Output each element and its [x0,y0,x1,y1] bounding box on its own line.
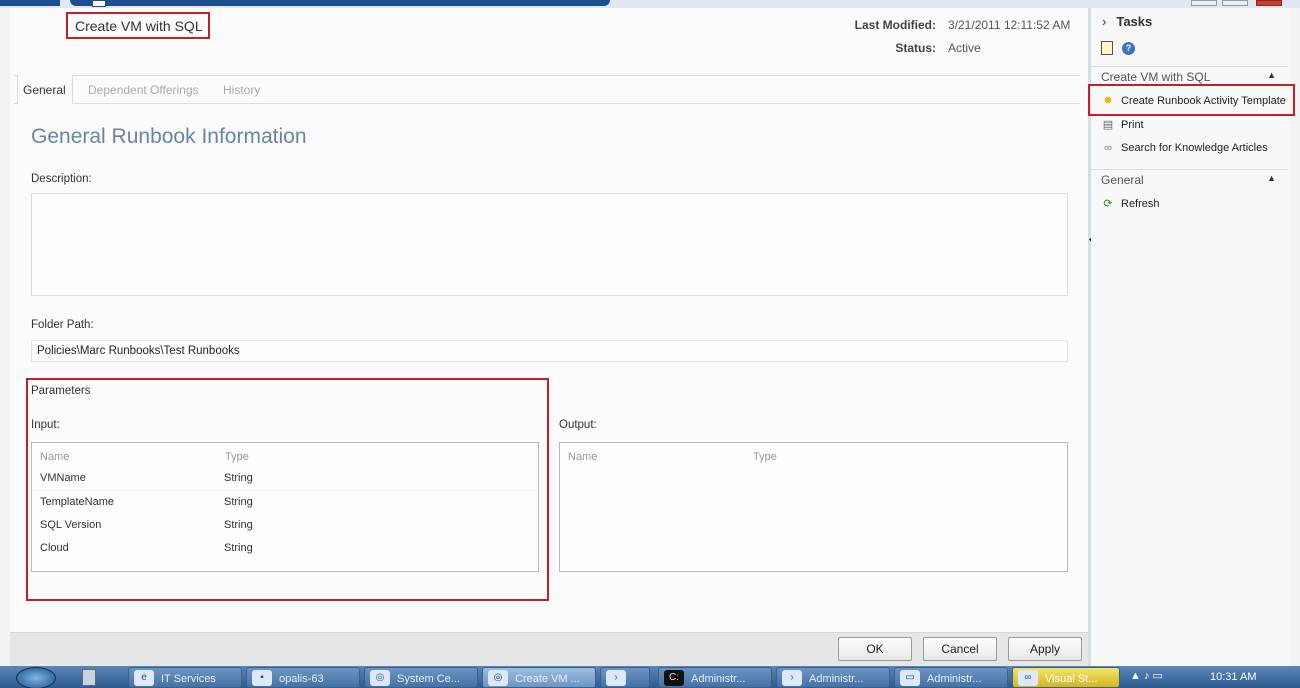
parameters-title: Parameters [31,385,91,397]
taskbar-item-administrator-cmd[interactable]: C: Administr... [658,667,772,688]
last-modified-value: 3/21/2011 12:11:52 AM [948,18,1071,32]
status-value: Active [948,41,981,55]
description-field[interactable] [31,193,1068,296]
help-icon[interactable]: ? [1122,42,1135,55]
row-name: Cloud [40,542,69,554]
taskbar-item-administrator-ps[interactable]: › Administr... [776,667,890,688]
taskbar-item-visual-studio[interactable]: ∞ Visual St... [1012,667,1120,688]
maximize-button[interactable] [1222,0,1248,6]
output-col-type-header[interactable]: Type [753,451,777,463]
task-highlight [1088,84,1295,116]
powershell-icon: › [606,670,626,686]
row-name: SQL Version [40,519,102,531]
remote-session-bar [0,0,1300,8]
runbook-form: Create VM with SQL Last Modified: 3/21/2… [10,8,1088,666]
ie-icon: e [134,670,154,686]
system-tray[interactable]: ▲ ♪ ▭ [1130,669,1163,682]
task-label: Search for Knowledge Articles [1121,142,1268,154]
taskbar-label: Administr... [927,673,982,685]
tab-bar: General Dependent Offerings History [14,75,1080,104]
clock[interactable]: 10:31 AM [1210,671,1256,683]
task-label: Print [1121,119,1144,131]
task-search-knowledge-articles[interactable]: ∞ Search for Knowledge Articles [1101,142,1268,154]
cmd-icon: C: [664,670,684,686]
taskbar-label: Create VM ... [515,673,580,685]
row-type: String [224,542,253,554]
task-group-title: General [1101,173,1144,187]
taskbar-label: System Ce... [397,673,460,685]
link-icon: ∞ [1104,142,1112,154]
taskbar-item-administrator-rdp[interactable]: ▭ Administr... [894,667,1008,688]
tab-history[interactable]: History [223,83,260,97]
remote-bar-left [0,0,60,6]
close-button[interactable] [1256,0,1282,6]
powershell-icon: › [782,670,802,686]
dialog-button-bar: OK Cancel Apply [10,632,1088,666]
taskbar-item-powershell[interactable]: › [600,667,650,688]
taskbar-label: Administr... [809,673,864,685]
tab-dependent-offerings[interactable]: Dependent Offerings [88,83,199,97]
cancel-button[interactable]: Cancel [923,637,997,661]
taskbar-item-it-services[interactable]: e IT Services [128,667,242,688]
apply-button[interactable]: Apply [1008,637,1082,661]
table-row[interactable]: VMName String [32,467,538,490]
task-print[interactable]: ▤ Print [1101,118,1144,131]
app-icon: ▪ [252,670,272,686]
taskbar-label: IT Services [161,673,216,685]
folder-path-label: Folder Path: [31,319,94,331]
windows-taskbar: e IT Services ▪ opalis-63 ◎ System Ce... ◎ C… [0,666,1300,688]
remote-desktop-icon: ▭ [900,670,920,686]
row-name: TemplateName [40,496,114,508]
last-modified-label: Last Modified: [854,18,936,32]
chevron-right-icon[interactable]: › [1102,14,1106,29]
output-parameters-grid[interactable]: Name Type [559,442,1068,572]
printer-icon: ▤ [1102,119,1114,131]
server-manager-icon[interactable] [82,669,96,686]
input-col-type-header[interactable]: Type [225,451,249,463]
row-type: String [224,519,253,531]
row-type: String [224,496,253,508]
clipboard-icon[interactable] [1101,41,1113,55]
remote-connection-bar [70,0,610,6]
folder-path-field[interactable]: Policies\Marc Runbooks\Test Runbooks [31,340,1068,362]
tab-general[interactable]: General [23,83,66,97]
visual-studio-icon: ∞ [1018,670,1038,686]
refresh-icon: ⟳ [1103,198,1113,210]
table-row[interactable]: TemplateName String [32,490,538,513]
tasks-header-label: Tasks [1116,14,1153,29]
taskbar-item-opalis[interactable]: ▪ opalis-63 [246,667,360,688]
system-center-icon: ◎ [488,670,508,686]
task-group-general[interactable]: General ▲ [1091,169,1288,189]
task-refresh[interactable]: ⟳ Refresh [1101,197,1160,210]
ok-button[interactable]: OK [838,637,912,661]
input-col-name-header[interactable]: Name [40,451,69,463]
description-label: Description: [31,173,92,185]
task-group-runbook[interactable]: Create VM with SQL ▲ [1091,66,1288,86]
row-type: String [224,472,253,484]
taskbar-item-system-center[interactable]: ◎ System Ce... [364,667,478,688]
form-title: Create VM with SQL [66,12,210,39]
system-center-icon: ◎ [370,670,390,686]
taskbar-label: opalis-63 [279,673,324,685]
pin-icon[interactable] [92,0,106,7]
start-button[interactable] [16,667,56,688]
input-label: Input: [31,419,60,431]
output-label: Output: [559,419,597,431]
status-label: Status: [895,41,936,55]
input-parameters-grid[interactable]: Name Type VMName String TemplateName Str… [31,442,539,572]
output-col-name-header[interactable]: Name [568,451,597,463]
table-row[interactable]: SQL Version String [32,514,538,537]
taskbar-label: Administr... [691,673,746,685]
section-title: General Runbook Information [31,125,307,148]
chevron-up-icon[interactable]: ▲ [1267,70,1276,80]
row-name: VMName [40,472,86,484]
chevron-up-icon[interactable]: ▲ [1267,173,1276,183]
table-row[interactable]: Cloud String [32,537,538,560]
task-label: Refresh [1121,198,1160,210]
taskbar-item-create-vm[interactable]: ◎ Create VM ... [482,667,596,688]
minimize-button[interactable] [1191,0,1217,6]
taskbar-label: Visual St... [1045,673,1098,685]
task-group-title: Create VM with SQL [1101,70,1211,84]
tasks-header[interactable]: › Tasks [1102,14,1152,29]
